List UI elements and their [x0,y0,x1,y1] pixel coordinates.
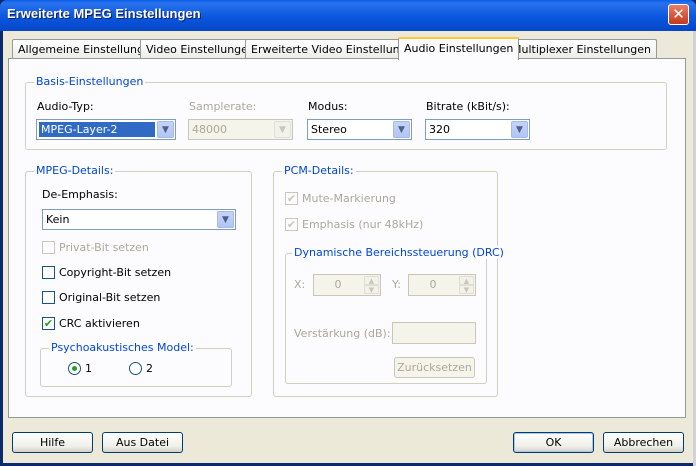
bitrate-value: 320 [429,123,450,136]
check-icon: ✔ [43,317,54,330]
privat-bit-checkbox[interactable] [42,241,55,254]
verstaerkung-label: Verstärkung (dB): [294,327,391,340]
chevron-down-icon[interactable]: ▼ [393,121,410,138]
basis-einstellungen-legend: Basis-Einstellungen [34,75,146,88]
samplerate-select[interactable]: 48000 ▼ [188,119,293,140]
audio-typ-label: Audio-Typ: [37,100,94,113]
drc-y-spinner[interactable]: 0 ▲ ▼ [408,274,476,296]
de-emphasis-select[interactable]: Kein ▼ [42,209,236,230]
pcm-details-legend: PCM-Details: [282,164,356,177]
psycho-model-2-radio[interactable] [129,362,142,375]
crc-label: CRC aktivieren [59,317,140,330]
psychoakustisches-model-group: Psychoakustisches Model: 1 2 [40,341,232,387]
drc-y-value: 0 [429,278,437,291]
samplerate-label: Samplerate: [189,100,257,113]
modus-label: Modus: [308,100,348,113]
psycho-model-1-label: 1 [85,362,92,375]
psychoakustisches-model-legend: Psychoakustisches Model: [49,341,196,354]
bitrate-select[interactable]: 320 ▼ [425,119,530,140]
emphasis-label: Emphasis (nur 48kHz) [302,218,424,231]
bitrate-label: Bitrate (kBit/s): [426,100,510,113]
crc-checkbox[interactable]: ✔ [42,317,55,330]
original-bit-checkbox[interactable] [42,291,55,304]
zuruecksetzen-button[interactable]: Zurücksetzen [394,357,475,378]
de-emphasis-label: De-Emphasis: [42,188,118,201]
pcm-details-group: PCM-Details: ✔ Mute-Markierung ✔ Emphasi… [273,164,506,397]
window-title: Erweiterte MPEG Einstellungen [7,6,201,21]
mpeg-details-group: MPEG-Details: De-Emphasis: Kein ▼ Privat… [25,164,252,397]
mpeg-details-legend: MPEG-Details: [34,164,116,177]
privat-bit-label: Privat-Bit setzen [59,241,149,254]
verstaerkung-input[interactable] [392,322,476,344]
emphasis-checkbox[interactable]: ✔ [285,218,298,231]
chevron-down-icon[interactable]: ▼ [274,121,291,138]
tab-video-einstellungen[interactable]: Video Einstellungen [140,39,261,59]
audio-typ-select[interactable]: MPEG-Layer-2 ▼ [36,119,176,140]
audio-typ-value: MPEG-Layer-2 [39,122,155,137]
drc-legend: Dynamische Bereichssteuerung (DRC) [292,246,506,259]
de-emphasis-value: Kein [46,213,70,226]
drc-y-label: Y: [392,278,401,291]
chevron-down-icon[interactable]: ▼ [511,121,528,138]
spin-up-icon[interactable]: ▲ [364,276,379,285]
chevron-down-icon[interactable]: ▼ [217,211,234,228]
samplerate-value: 48000 [192,123,227,136]
spin-down-icon[interactable]: ▼ [459,285,474,294]
mute-markierung-label: Mute-Markierung [302,192,396,205]
check-icon: ✔ [286,218,297,231]
modus-value: Stereo [311,123,347,136]
original-bit-label: Original-Bit setzen [59,291,161,304]
drc-x-label: X: [294,278,306,291]
ok-button[interactable]: OK [513,432,594,453]
modus-select[interactable]: Stereo ▼ [307,119,412,140]
check-icon: ✔ [286,192,297,205]
abbrechen-button[interactable]: Abbrechen [603,432,684,453]
chevron-down-icon[interactable]: ▼ [157,121,174,138]
psycho-model-2-label: 2 [146,362,153,375]
radio-selected-dot [72,366,77,371]
drc-group: Dynamische Bereichssteuerung (DRC) X: 0 … [285,246,506,384]
psycho-model-1-radio[interactable] [68,362,81,375]
drc-x-value: 0 [334,278,342,291]
spin-up-icon[interactable]: ▲ [459,276,474,285]
hilfe-button[interactable]: Hilfe [12,432,93,453]
close-button[interactable]: ✕ [668,4,689,25]
copyright-bit-label: Copyright-Bit setzen [59,266,172,279]
drc-x-spinner[interactable]: 0 ▲ ▼ [313,274,381,296]
tab-multiplexer-einstellungen[interactable]: Multiplexer Einstellungen [506,39,658,59]
mute-markierung-checkbox[interactable]: ✔ [285,192,298,205]
aus-datei-button[interactable]: Aus Datei [102,432,183,453]
tab-audio-einstellungen[interactable]: Audio Einstellungen [398,37,520,60]
basis-einstellungen-group: Basis-Einstellungen Audio-Typ: MPEG-Laye… [25,75,667,150]
tab-panel-audio: Basis-Einstellungen Audio-Typ: MPEG-Laye… [8,58,686,418]
spin-down-icon[interactable]: ▼ [364,285,379,294]
copyright-bit-checkbox[interactable] [42,266,55,279]
